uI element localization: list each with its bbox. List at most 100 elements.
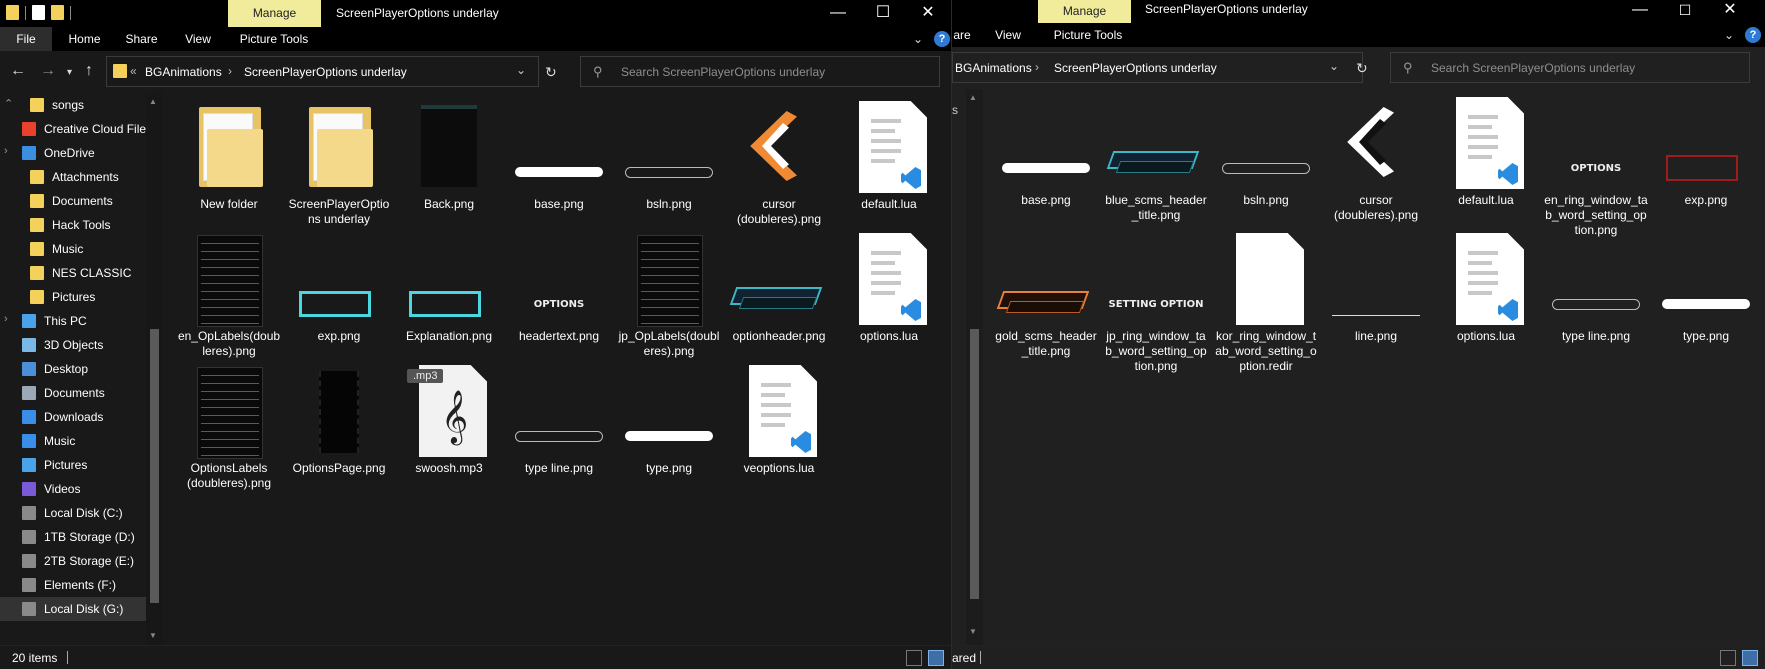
file-item[interactable]: jp_OpLabels(doubleres).png (617, 231, 721, 359)
scroll-down-icon[interactable]: ▼ (149, 631, 157, 640)
tab-file[interactable]: File (0, 27, 52, 51)
file-item[interactable]: default.lua (837, 99, 941, 227)
sidebar-item[interactable]: Attachments (0, 165, 150, 189)
sidebar-item[interactable]: OneDrive (0, 141, 150, 165)
tab-manage[interactable]: Manage (1038, 0, 1131, 23)
sidebar-item[interactable]: NES CLASSIC (0, 261, 150, 285)
file-item[interactable]: bsln.png (1214, 95, 1318, 227)
large-icons-view-icon[interactable] (928, 650, 944, 666)
address-bar[interactable]: « BGAnimations › ScreenPlayerOptions und… (106, 56, 539, 87)
file-item[interactable]: veoptions.lua (727, 363, 831, 491)
file-item[interactable]: SETTING OPTION jp_ring_window_tab_word_se… (1104, 231, 1208, 373)
file-item[interactable]: OPTIONS headertext.png (507, 231, 611, 359)
close-icon[interactable]: ✕ (905, 0, 951, 27)
sidebar-item[interactable]: songs (0, 93, 150, 117)
sidebar-item[interactable]: Local Disk (G:) (0, 597, 150, 621)
tab-view[interactable]: View (986, 23, 1030, 47)
sidebar-item[interactable]: Music (0, 429, 150, 453)
chevron-down-icon[interactable]: ⌄ (913, 32, 923, 46)
sidebar-item[interactable]: Hack Tools (0, 213, 150, 237)
breadcrumb-overflow[interactable]: « (130, 64, 137, 78)
navigation-pane-scrollbar[interactable]: ▲ ▼ (146, 93, 163, 645)
breadcrumb-item[interactable]: ScreenPlayerOptions underlay (244, 65, 407, 79)
up-arrow-icon[interactable]: ↑ (85, 63, 93, 79)
file-item[interactable]: line.png (1324, 231, 1428, 363)
sidebar-item[interactable]: Pictures (0, 453, 150, 477)
sidebar-item[interactable]: Pictures (0, 285, 150, 309)
search-input[interactable]: ⚲ Search ScreenPlayerOptions underlay (580, 56, 940, 87)
navigation-pane-scrollbar[interactable]: ▲ ▼ (966, 89, 983, 645)
sidebar-item[interactable]: 1TB Storage (D:) (0, 525, 150, 549)
expand-chevron-icon[interactable]: › (4, 313, 8, 325)
file-item[interactable]: type line.png (1544, 231, 1648, 363)
sidebar-item[interactable]: Desktop (0, 357, 150, 381)
chevron-down-icon[interactable]: ⌄ (516, 63, 526, 77)
file-item[interactable]: type.png (617, 363, 721, 491)
breadcrumb-separator-icon[interactable]: › (1035, 60, 1039, 74)
tab-share[interactable]: Share (119, 27, 164, 51)
file-item[interactable]: Explanation.png (397, 231, 501, 359)
file-item[interactable]: New folder (177, 99, 281, 227)
file-item[interactable]: optionheader.png (727, 231, 831, 359)
sidebar-item[interactable]: Downloads (0, 405, 150, 429)
new-folder-icon[interactable] (51, 5, 64, 20)
refresh-icon[interactable]: ↻ (545, 64, 557, 80)
scroll-up-icon[interactable]: ▲ (969, 93, 977, 102)
file-item[interactable]: OptionsPage.png (287, 363, 391, 491)
sidebar-item[interactable]: Creative Cloud File (0, 117, 150, 141)
minimize-icon[interactable]: — (1617, 0, 1663, 23)
file-item[interactable]: 𝄞 .mp3 swoosh.mp3 (397, 363, 501, 491)
file-item[interactable]: en_OpLabels(doubleres).png (177, 231, 281, 359)
properties-icon[interactable] (32, 5, 45, 20)
tab-view[interactable]: View (176, 27, 220, 51)
file-item[interactable]: exp.png (287, 231, 391, 359)
tab-home[interactable]: Home (62, 27, 107, 51)
help-icon[interactable]: ? (934, 31, 950, 47)
scroll-down-icon[interactable]: ▼ (969, 627, 977, 636)
sidebar-item[interactable]: Documents (0, 189, 150, 213)
search-input[interactable]: ⚲ Search ScreenPlayerOptions underlay (1390, 52, 1750, 83)
maximize-icon[interactable]: ☐ (1662, 0, 1708, 23)
sidebar-item[interactable]: Elements (F:) (0, 573, 150, 597)
back-arrow-icon[interactable]: ← (10, 63, 26, 79)
breadcrumb-item[interactable]: BGAnimations (145, 65, 222, 79)
scroll-up-icon[interactable]: ▲ (149, 97, 157, 106)
file-item[interactable]: cursor (doubleres).png (1324, 95, 1428, 227)
chevron-down-icon[interactable]: ⌄ (1329, 59, 1339, 73)
sidebar-item[interactable]: 2TB Storage (E:) (0, 549, 150, 573)
refresh-icon[interactable]: ↻ (1356, 60, 1368, 76)
sidebar-item[interactable]: Videos (0, 477, 150, 501)
file-item[interactable]: default.lua (1434, 95, 1538, 227)
minimize-icon[interactable]: — (815, 0, 861, 27)
tab-picture-tools[interactable]: Picture Tools (1047, 23, 1129, 47)
scrollbar-thumb[interactable] (150, 329, 159, 603)
file-item[interactable]: OPTIONS en_ring_window_tab_word_setting_o… (1544, 95, 1648, 237)
file-item[interactable]: kor_ring_window_tab_word_setting_option.… (1214, 231, 1318, 373)
tab-share[interactable]: are (952, 23, 972, 47)
chevron-down-icon[interactable]: ⌄ (1724, 28, 1734, 42)
recent-dropdown-icon[interactable]: ▾ (67, 65, 72, 81)
file-item[interactable]: options.lua (837, 231, 941, 359)
breadcrumb-item[interactable]: ScreenPlayerOptions underlay (1054, 61, 1217, 75)
large-icons-view-icon[interactable] (1742, 650, 1758, 666)
breadcrumb-separator-icon[interactable]: › (228, 64, 232, 78)
details-view-icon[interactable] (906, 650, 922, 666)
maximize-icon[interactable]: ☐ (860, 0, 906, 27)
details-view-icon[interactable] (1720, 650, 1736, 666)
file-item[interactable]: exp.png (1654, 95, 1758, 227)
close-icon[interactable]: ✕ (1707, 0, 1753, 23)
file-item[interactable]: gold_scms_header_title.png (994, 231, 1098, 363)
sidebar-item[interactable]: Local Disk (C:) (0, 501, 150, 525)
file-item[interactable]: type line.png (507, 363, 611, 491)
tab-picture-tools[interactable]: Picture Tools (233, 27, 315, 51)
scrollbar-thumb[interactable] (970, 329, 979, 599)
file-item[interactable]: OptionsLabels (doubleres).png (177, 363, 281, 491)
breadcrumb-item[interactable]: BGAnimations (955, 61, 1032, 75)
file-item[interactable]: Back.png (397, 99, 501, 227)
file-item[interactable]: cursor (doubleres).png (727, 99, 831, 227)
sidebar-item[interactable]: This PC (0, 309, 150, 333)
file-item[interactable]: base.png (994, 95, 1098, 227)
sidebar-item[interactable]: Documents (0, 381, 150, 405)
forward-arrow-icon[interactable]: → (40, 63, 56, 79)
sidebar-item[interactable]: 3D Objects (0, 333, 150, 357)
